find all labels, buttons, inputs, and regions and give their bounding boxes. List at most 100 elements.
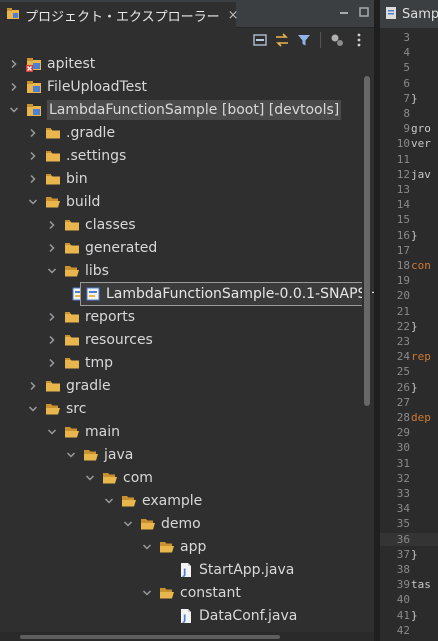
tree-item[interactable]: .settings — [0, 145, 360, 167]
tree-item[interactable]: com — [0, 467, 360, 489]
chevron-right-icon[interactable] — [46, 219, 58, 231]
tree-item[interactable]: example — [0, 490, 360, 512]
tree-item[interactable]: J StartApp.java — [0, 559, 360, 581]
svg-text:J: J — [182, 614, 186, 624]
project-tree: apitest FileUploadTest LambdaFunctionSampl… — [0, 52, 360, 632]
tree-item-label: StartApp.java — [199, 562, 295, 578]
line-number: 3 — [403, 31, 410, 44]
chevron-down-icon[interactable] — [46, 265, 58, 277]
code-line[interactable]: jav — [411, 168, 431, 181]
chevron-right-icon[interactable] — [8, 58, 20, 70]
collapse-all-icon[interactable] — [251, 31, 269, 49]
view-menu-icon[interactable] — [350, 31, 368, 49]
close-tab-button[interactable]: × — [228, 8, 239, 23]
chevron-down-icon[interactable] — [122, 518, 134, 530]
chevron-right-icon[interactable] — [27, 127, 39, 139]
code-line[interactable]: } — [411, 229, 418, 242]
tree-item[interactable]: gradle — [0, 375, 360, 397]
chevron-right-icon[interactable] — [27, 150, 39, 162]
link-with-editor-icon[interactable] — [273, 31, 291, 49]
view-controls — [338, 6, 370, 21]
chevron-down-icon[interactable] — [27, 403, 39, 415]
code-line[interactable]: gro — [411, 123, 431, 135]
tree-item-label: java — [104, 447, 134, 463]
chevron-right-icon[interactable] — [46, 357, 58, 369]
tree-item-label: example — [142, 493, 203, 509]
tree-item[interactable]: src — [0, 398, 360, 420]
explorer-toolbar — [0, 28, 374, 52]
code-line[interactable]: dep — [411, 412, 431, 424]
line-number: 30 — [396, 441, 410, 455]
filter-icon[interactable] — [295, 31, 313, 49]
folder-open-icon — [45, 401, 61, 417]
chevron-down-icon[interactable] — [141, 541, 153, 553]
chevron-right-icon[interactable] — [27, 380, 39, 392]
vertical-scrollbar[interactable] — [362, 52, 372, 632]
code-line[interactable]: } — [411, 92, 418, 105]
tree-item[interactable]: constant — [0, 582, 360, 604]
vertical-scrollbar-thumb[interactable] — [364, 76, 370, 406]
chevron-right-icon[interactable] — [46, 242, 58, 254]
chevron-right-icon[interactable] — [8, 81, 20, 93]
chevron-right-icon[interactable] — [27, 173, 39, 185]
line-number: 42 — [396, 623, 410, 637]
line-number: 37 — [396, 547, 410, 561]
tree-item[interactable]: generated — [0, 237, 360, 259]
line-number: 22 — [396, 319, 410, 333]
chevron-down-icon[interactable] — [46, 426, 58, 438]
maximize-icon[interactable] — [358, 6, 370, 21]
chevron-down-icon[interactable] — [27, 196, 39, 208]
code-line[interactable]: con — [411, 260, 431, 272]
tab-project-explorer[interactable]: プロジェクト・エクスプローラー × — [0, 2, 239, 28]
chevron-right-icon[interactable] — [46, 334, 58, 346]
tree-item-label: main — [85, 424, 120, 440]
chevron-down-icon[interactable] — [84, 472, 96, 484]
folder-open-icon — [159, 539, 175, 555]
folder-icon — [45, 125, 61, 141]
code-line[interactable]: rep — [411, 351, 431, 363]
horizontal-scrollbar-thumb[interactable] — [20, 635, 280, 639]
project-icon — [26, 79, 42, 95]
line-number: 35 — [396, 517, 410, 531]
folder-icon — [45, 148, 61, 164]
code-line[interactable]: tas — [411, 579, 431, 591]
chevron-right-icon[interactable] — [46, 311, 58, 323]
code-line[interactable]: } — [411, 609, 418, 622]
tree-item[interactable]: reports — [0, 306, 360, 328]
gradle-file-icon — [384, 5, 398, 24]
tree-item[interactable]: .gradle — [0, 122, 360, 144]
tree-item[interactable]: FileUploadTest — [0, 76, 360, 98]
tree-item[interactable]: LambdaFunctionSample [boot] [devtools] — [0, 99, 360, 121]
line-number: 19 — [396, 274, 410, 288]
tree-item[interactable]: resources — [0, 329, 360, 351]
chevron-down-icon[interactable] — [65, 449, 77, 461]
horizontal-scrollbar[interactable] — [0, 632, 374, 641]
tree-item[interactable]: libs — [0, 260, 360, 282]
tree-item[interactable]: demo — [0, 513, 360, 535]
chevron-down-icon[interactable] — [141, 587, 153, 599]
tree-item[interactable]: java — [0, 444, 360, 466]
tree-item[interactable]: build — [0, 191, 360, 213]
chevron-down-icon[interactable] — [103, 495, 115, 507]
code-line[interactable]: } — [411, 381, 418, 394]
tree-item[interactable]: classes — [0, 214, 360, 236]
code-line[interactable]: } — [411, 320, 418, 333]
tree-item[interactable]: tmp — [0, 352, 360, 374]
tree-item-label: tmp — [85, 355, 114, 371]
tree-item-label: classes — [85, 217, 136, 233]
chevron-down-icon[interactable] — [8, 104, 20, 116]
tree-item[interactable]: main — [0, 421, 360, 443]
tree-item[interactable]: app — [0, 536, 360, 558]
tree-item[interactable]: bin — [0, 168, 360, 190]
line-number: 8 — [403, 107, 410, 120]
line-number: 5 — [403, 61, 410, 75]
line-number: 40 — [396, 593, 410, 607]
editor-code-area[interactable]: 3 4 5 6 7} 8 9 gro 10 ver 11 12 jav 13 14 15 16} 17 18 con 1… — [380, 28, 438, 641]
code-line[interactable]: } — [411, 548, 418, 561]
tree-item[interactable]: J DataConf.java — [0, 605, 360, 627]
tab-editor-file[interactable]: Samp — [380, 0, 438, 28]
minimize-icon[interactable] — [338, 6, 350, 21]
focus-on-active-task-icon[interactable] — [328, 31, 346, 49]
code-line[interactable]: ver — [411, 138, 431, 150]
tree-item[interactable]: apitest — [0, 53, 360, 75]
